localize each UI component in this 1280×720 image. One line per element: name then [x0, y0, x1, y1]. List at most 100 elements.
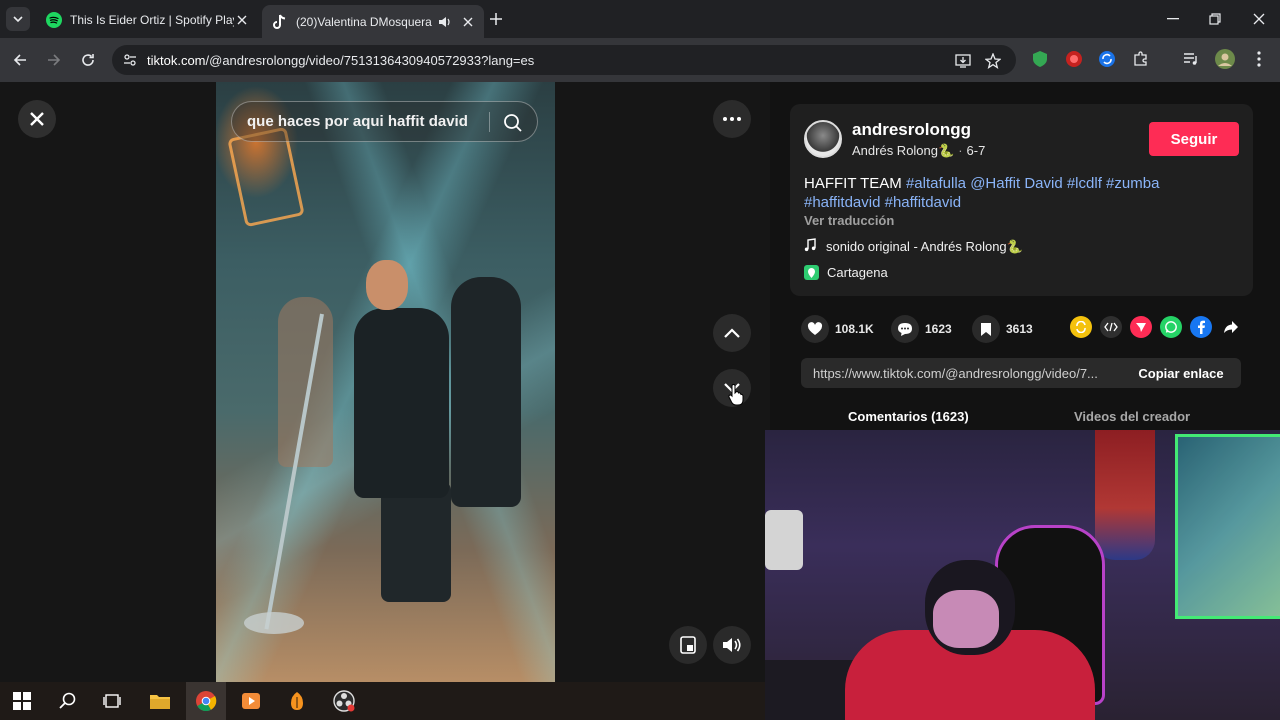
browser-tab-spotify[interactable]: This Is Eider Ortiz | Spotify Playlist — [36, 5, 258, 34]
tab-title: This Is Eider Ortiz | Spotify Playlist — [70, 12, 234, 27]
description-text: HAFFIT TEAM — [804, 175, 902, 192]
music-link[interactable]: sonido original - Andrés Rolong🐍 — [804, 238, 1023, 255]
media-control-icon[interactable] — [1181, 49, 1201, 69]
previous-video-button[interactable] — [713, 314, 751, 352]
streamer-face — [933, 590, 999, 648]
profile-avatar[interactable] — [1215, 49, 1235, 69]
hashtag-link[interactable]: #altafulla — [906, 175, 966, 192]
url-text: tiktok.com/@andresrolongg/video/75131364… — [147, 53, 534, 68]
video-player[interactable] — [216, 82, 555, 682]
close-tab-icon[interactable] — [460, 14, 476, 30]
close-video-button[interactable] — [18, 100, 56, 138]
copy-link-button[interactable]: Copiar enlace — [1122, 358, 1240, 388]
new-tab-button[interactable] — [486, 9, 506, 29]
extensions-puzzle-icon[interactable] — [1131, 49, 1151, 69]
video-search-box[interactable]: que haces por aqui haffit david — [231, 101, 538, 142]
hashtag-link[interactable]: #haffitdavid — [885, 194, 961, 211]
repost-icon[interactable] — [1070, 316, 1092, 338]
close-tab-icon[interactable] — [234, 12, 250, 28]
more-options-button[interactable] — [713, 100, 751, 138]
fl-studio-icon[interactable] — [285, 689, 309, 713]
like-button[interactable]: 108.1K — [801, 315, 874, 343]
media-player-icon[interactable] — [239, 689, 263, 713]
tab-comments[interactable]: Comentarios (1623) — [848, 409, 969, 424]
post-info-card: andresrolongg Andrés Rolong🐍 · 6-7 Seguir … — [790, 104, 1253, 296]
install-app-icon[interactable] — [954, 52, 972, 70]
comment-icon — [891, 315, 919, 343]
video-link-text: https://www.tiktok.com/@andresrolongg/vi… — [813, 366, 1098, 381]
maximize-window-button[interactable] — [1204, 8, 1226, 30]
mouse-cursor-icon — [728, 384, 744, 406]
post-date: 6-7 — [966, 143, 986, 158]
chevron-up-icon — [724, 328, 740, 338]
singer-head — [366, 260, 408, 310]
browser-tab-strip: This Is Eider Ortiz | Spotify Playlist (… — [0, 0, 1280, 38]
url-path: /@andresrolongg/video/751313643094057293… — [205, 53, 535, 68]
webcam-overlay — [765, 430, 1280, 720]
tab-creator-videos[interactable]: Videos del creador — [1074, 409, 1190, 424]
spotify-icon — [46, 11, 62, 28]
embed-icon[interactable] — [1100, 316, 1122, 338]
search-divider — [489, 112, 490, 132]
volume-icon — [723, 638, 741, 652]
send-to-friends-icon[interactable] — [1130, 316, 1152, 338]
save-count: 3613 — [1006, 322, 1033, 336]
share-arrow-icon[interactable] — [1220, 316, 1242, 338]
hashtag-link[interactable]: #haffitdavid — [804, 194, 880, 211]
browser-tab-tiktok[interactable]: (20)Valentina DMosquera (@... — [262, 5, 484, 38]
obs-studio-icon[interactable] — [332, 689, 356, 713]
music-note-icon — [804, 238, 818, 255]
hashtag-link[interactable]: #lcdlf — [1067, 175, 1102, 192]
url-host: tiktok.com — [147, 53, 206, 68]
singer-legs — [381, 482, 451, 602]
location-pin-icon — [804, 265, 819, 280]
hashtag-link[interactable]: #zumba — [1106, 175, 1159, 192]
location-link[interactable]: Cartagena — [804, 265, 888, 280]
whatsapp-icon[interactable] — [1160, 316, 1182, 338]
wall-flag — [1095, 430, 1155, 560]
chrome-menu-icon[interactable] — [1249, 49, 1269, 69]
floating-player-icon — [680, 636, 696, 654]
save-button[interactable]: 3613 — [972, 315, 1033, 343]
comment-count: 1623 — [925, 322, 952, 336]
heart-icon — [801, 315, 829, 343]
chrome-icon[interactable] — [194, 689, 218, 713]
creator-nickname: Andrés Rolong🐍 — [852, 143, 955, 158]
back-button[interactable] — [9, 49, 31, 71]
guitarist-figure — [451, 277, 521, 507]
tab-title: (20)Valentina DMosquera (@... — [296, 14, 434, 29]
picture-in-picture-button[interactable] — [669, 626, 707, 664]
file-explorer-icon[interactable] — [148, 689, 172, 713]
mention-link[interactable]: @Haffit David — [970, 175, 1062, 192]
facebook-icon[interactable] — [1190, 316, 1212, 338]
task-view-icon[interactable] — [100, 689, 124, 713]
minimize-window-button[interactable] — [1162, 8, 1184, 30]
follow-button[interactable]: Seguir — [1149, 122, 1239, 156]
reload-button[interactable] — [77, 49, 99, 71]
more-icon — [723, 117, 741, 121]
taskbar-search-icon[interactable] — [56, 689, 80, 713]
comment-button[interactable]: 1623 — [891, 315, 952, 343]
windows-start-icon[interactable] — [10, 689, 34, 713]
nickname-separator: · — [958, 143, 963, 158]
volume-button[interactable] — [713, 626, 751, 664]
tab-search-button[interactable] — [6, 7, 30, 31]
speaker-icon[interactable] — [438, 15, 452, 29]
post-description: HAFFIT TEAM #altafulla @Haffit David #lc… — [804, 174, 1234, 212]
bookmark-star-icon[interactable] — [984, 52, 1002, 70]
close-window-button[interactable] — [1248, 8, 1270, 30]
forward-button[interactable] — [43, 49, 65, 71]
shield-extension-icon[interactable] — [1030, 49, 1050, 69]
panel-tabs: Comentarios (1623) Videos del creador — [790, 404, 1253, 430]
site-info-icon[interactable] — [122, 52, 138, 68]
tiktok-icon — [272, 14, 288, 30]
bookmark-icon — [972, 315, 1000, 343]
creator-username[interactable]: andresrolongg — [852, 120, 971, 140]
search-icon[interactable] — [502, 112, 524, 134]
address-bar[interactable]: tiktok.com/@andresrolongg/video/75131364… — [112, 45, 1016, 75]
record-extension-icon[interactable] — [1064, 49, 1084, 69]
see-translation-link[interactable]: Ver traducción — [804, 213, 894, 228]
sync-extension-icon[interactable] — [1097, 49, 1117, 69]
close-icon — [30, 112, 44, 126]
creator-avatar[interactable] — [804, 120, 842, 158]
